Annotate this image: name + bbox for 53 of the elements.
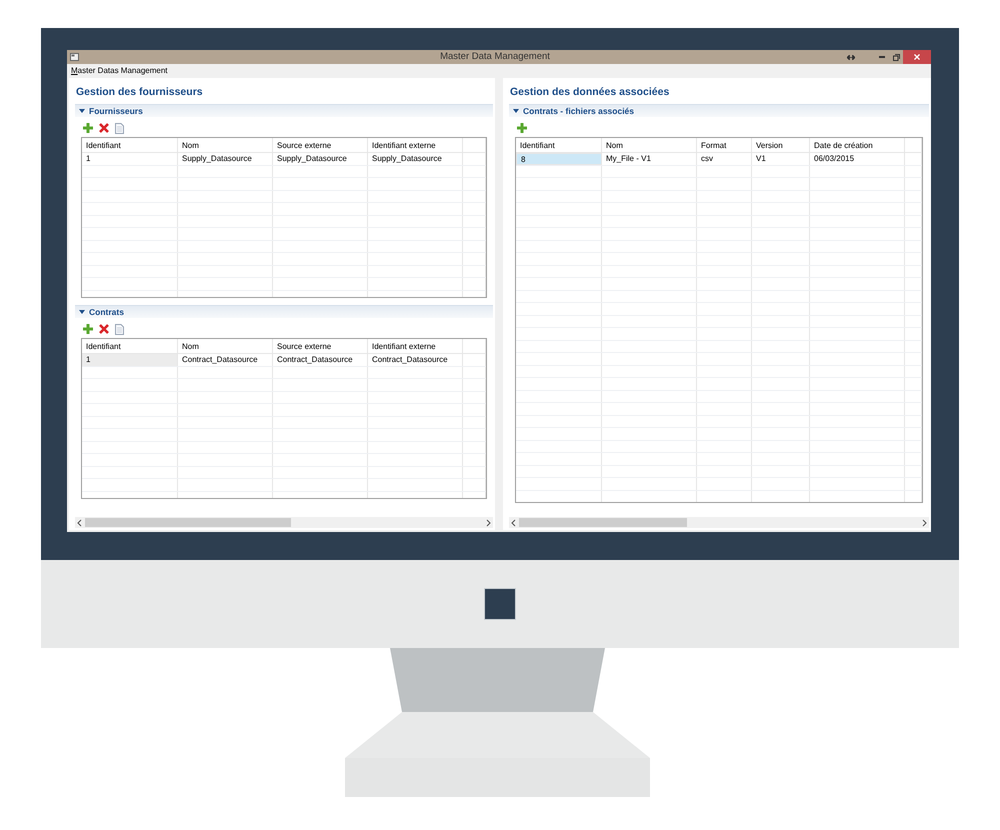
table-cell[interactable]: Contract_Datasource xyxy=(273,354,368,366)
scrollbar-thumb[interactable] xyxy=(85,518,291,527)
minimize-icon xyxy=(879,56,885,58)
section-title: Contrats xyxy=(89,306,124,318)
table-cell[interactable]: Contract_Datasource xyxy=(368,354,463,366)
column-header[interactable]: Identifiant xyxy=(516,138,602,152)
table-cell[interactable]: V1 xyxy=(752,153,810,164)
column-header[interactable]: Identifiant xyxy=(82,339,178,353)
panel-heading: Gestion des données associées xyxy=(509,85,670,100)
section-title: Contrats - fichiers associés xyxy=(523,104,634,118)
table-cell[interactable]: Supply_Datasource xyxy=(273,153,368,164)
section-header[interactable]: Contrats xyxy=(75,305,493,318)
table-cell[interactable]: 06/03/2015 xyxy=(810,153,905,164)
column-header[interactable]: Identifiant externe xyxy=(368,339,463,353)
section-title: Fournisseurs xyxy=(89,104,143,118)
column-header[interactable]: Nom xyxy=(178,138,273,152)
table-cell[interactable]: csv xyxy=(697,153,752,164)
column-header[interactable]: Identifiant xyxy=(82,138,178,152)
table-cell[interactable]: Supply_Datasource xyxy=(178,153,273,164)
delete-icon[interactable] xyxy=(99,324,109,334)
document-icon[interactable] xyxy=(115,324,124,334)
table-cell[interactable]: Contract_Datasource xyxy=(178,354,273,366)
resize-arrows-icon xyxy=(847,54,855,60)
column-header[interactable]: Version xyxy=(752,138,810,152)
delete-icon[interactable] xyxy=(99,123,109,133)
column-header[interactable]: Nom xyxy=(602,138,697,152)
add-icon[interactable] xyxy=(517,123,527,133)
add-icon[interactable] xyxy=(83,324,93,334)
document-icon[interactable] xyxy=(115,122,124,134)
section-header[interactable]: Fournisseurs xyxy=(75,104,493,117)
table-cell[interactable]: 8 xyxy=(516,153,602,164)
table-cell[interactable]: 1 xyxy=(82,153,178,164)
window-title: Master Data Management xyxy=(439,50,551,64)
column-header[interactable]: Format xyxy=(697,138,752,152)
section-header[interactable]: Contrats - fichiers associés xyxy=(509,104,929,117)
horizontal-scrollbar[interactable] xyxy=(509,517,929,528)
column-header[interactable]: Source externe xyxy=(273,339,368,353)
close-icon xyxy=(914,54,920,60)
column-header[interactable]: Identifiant externe xyxy=(368,138,463,152)
table-cell[interactable]: Supply_Datasource xyxy=(368,153,463,164)
table-cell[interactable]: My_File - V1 xyxy=(602,153,697,164)
table-cell[interactable]: 1 xyxy=(82,354,178,366)
panel-heading: Gestion des fournisseurs xyxy=(75,85,204,100)
close-button[interactable] xyxy=(903,50,931,64)
horizontal-scrollbar[interactable] xyxy=(75,517,493,528)
column-header[interactable]: Nom xyxy=(178,339,273,353)
restore-icon xyxy=(892,54,900,60)
window-app-icon xyxy=(70,53,79,61)
column-header[interactable]: Source externe xyxy=(273,138,368,152)
scrollbar-thumb[interactable] xyxy=(519,518,687,527)
add-icon[interactable] xyxy=(83,123,93,133)
column-header[interactable]: Date de création xyxy=(810,138,905,152)
menu-item[interactable]: Master Datas Management xyxy=(71,65,168,77)
